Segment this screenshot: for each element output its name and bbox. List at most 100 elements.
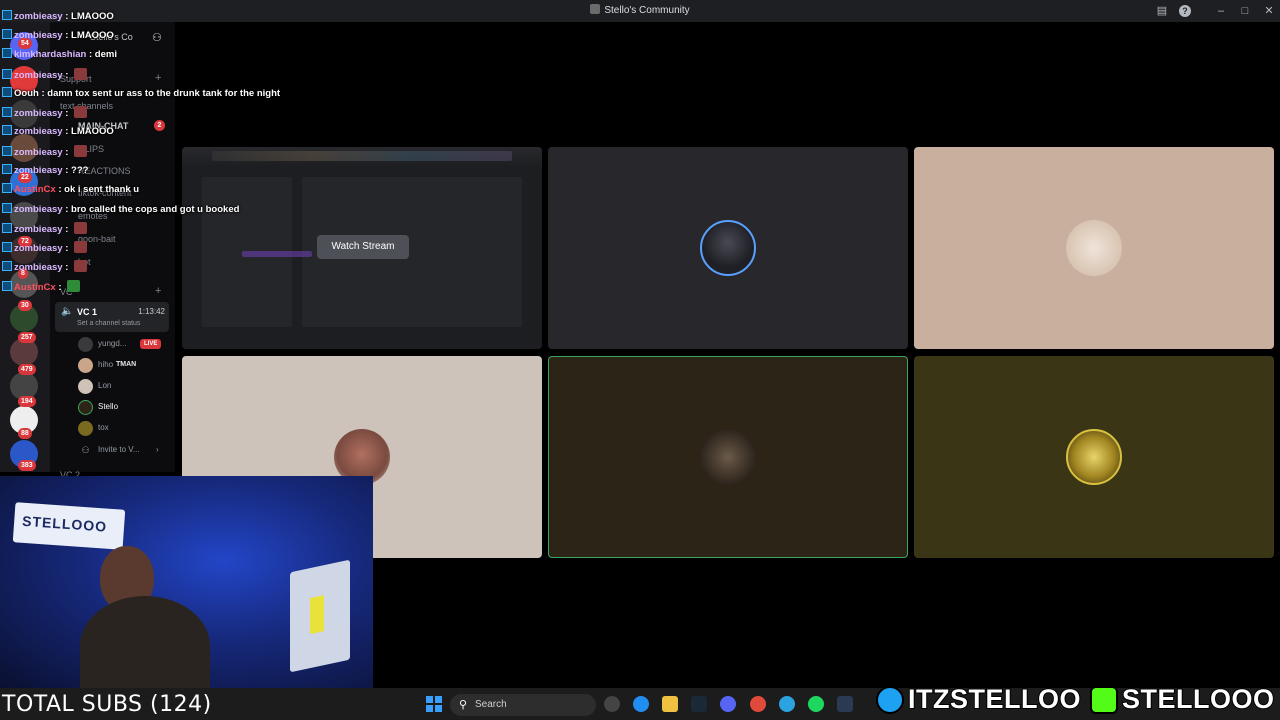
- chat-username: zombieasy: [14, 11, 63, 22]
- chat-text: LMAOOO: [71, 11, 114, 22]
- chat-message: zombieasy :: [2, 68, 88, 84]
- participant-tile-speaking[interactable]: [548, 356, 908, 558]
- chat-username: zombieasy: [14, 70, 63, 81]
- chat-message: AustinCx :: [2, 280, 81, 296]
- add-voice-channel-icon[interactable]: +: [155, 285, 161, 297]
- participant-avatar: [700, 429, 756, 485]
- voice-channel-timer: 1:13:42: [138, 307, 165, 316]
- emote-icon: [74, 68, 88, 80]
- kick-icon: [1090, 686, 1118, 714]
- sub-badge-icon: [2, 10, 12, 20]
- window-title-area: Stello's Community: [0, 4, 1280, 16]
- chat-text: ???: [71, 165, 89, 176]
- watch-stream-button[interactable]: Watch Stream: [317, 235, 409, 259]
- chat-message: AustinCx : ok i sent thank u: [2, 183, 139, 199]
- invite-label: Invite to V...: [98, 445, 140, 454]
- twitter-handle: ITZSTELLOO: [907, 683, 1082, 715]
- sub-badge-icon: [2, 69, 12, 79]
- emote-icon: [67, 280, 81, 292]
- participant-tile[interactable]: [914, 147, 1274, 349]
- chat-message: zombieasy :: [2, 222, 88, 238]
- telegram-icon[interactable]: [779, 696, 795, 712]
- participant-tile[interactable]: [548, 147, 908, 349]
- spotify-icon[interactable]: [808, 696, 824, 712]
- obs-icon[interactable]: [604, 696, 620, 712]
- socials-banner: ITZSTELLOO STELLOOO: [874, 682, 1278, 718]
- total-subs-counter: TOTAL SUBS (124): [2, 692, 212, 717]
- unread-badge: 30: [18, 300, 32, 311]
- add-member-icon[interactable]: ⚇: [152, 31, 162, 44]
- unread-badge: 257: [18, 332, 36, 343]
- sub-badge-icon: [2, 125, 12, 135]
- chat-message: zombieasy :: [2, 106, 88, 122]
- member-name: Lon: [98, 381, 112, 390]
- search-label: Search: [475, 699, 507, 710]
- sub-badge-icon: [2, 146, 12, 156]
- chat-message: zombieasy : LMAOOO: [2, 10, 114, 26]
- stream-tile[interactable]: Watch Stream: [182, 147, 542, 349]
- chat-username: AustinCx: [14, 184, 56, 195]
- avatar: [78, 358, 93, 373]
- webcam-monitor: [290, 559, 350, 673]
- chat-username: zombieasy: [14, 108, 63, 119]
- chevron-right-icon: ›: [156, 445, 159, 454]
- chat-message: zombieasy :: [2, 241, 88, 257]
- participant-tile[interactable]: [914, 356, 1274, 558]
- sub-badge-icon: [2, 281, 12, 291]
- webcam-streamer-body: [80, 596, 210, 688]
- participant-avatar: [1066, 220, 1122, 276]
- minimize-button[interactable]: –: [1214, 4, 1228, 18]
- member-tag: TMAN: [116, 361, 137, 368]
- member-name: Stello: [98, 402, 119, 411]
- edge-icon[interactable]: [633, 696, 649, 712]
- help-icon[interactable]: ?: [1179, 5, 1191, 17]
- webcam-sign: STELLOOO: [12, 502, 126, 550]
- steam-icon[interactable]: [691, 696, 707, 712]
- sub-badge-icon: [2, 107, 12, 117]
- mention-badge: 2: [154, 120, 165, 131]
- live-badge: LIVE: [140, 339, 162, 349]
- search-icon: ⚲: [459, 699, 468, 711]
- inbox-icon[interactable]: ▤: [1155, 4, 1169, 18]
- emote-icon: [74, 145, 88, 157]
- emote-icon: [74, 241, 88, 253]
- speaker-icon: 🔈: [61, 306, 74, 317]
- add-channel-icon[interactable]: +: [155, 72, 161, 84]
- chrome-icon[interactable]: [750, 696, 766, 712]
- chat-text: LMAOOO: [71, 126, 114, 137]
- file-explorer-icon[interactable]: [662, 696, 678, 712]
- emote-icon: [74, 260, 88, 272]
- windows-start-icon[interactable]: [426, 696, 442, 712]
- server-logo-icon: [590, 4, 601, 14]
- chat-message: zombieasy : LMAOOO: [2, 29, 114, 45]
- voice-channel-vc1[interactable]: 🔈 VC 1 1:13:42 Set a channel status: [55, 302, 169, 332]
- participant-avatar: [700, 220, 756, 276]
- voice-channel-name: VC 1: [77, 307, 98, 317]
- chat-message: zombieasy : LMAOOO: [2, 125, 114, 141]
- steam-icon[interactable]: [837, 696, 853, 712]
- avatar: [78, 421, 93, 436]
- avatar: [78, 337, 93, 352]
- chat-username: zombieasy: [14, 165, 63, 176]
- taskbar-search[interactable]: ⚲ Search: [450, 694, 596, 716]
- discord-icon[interactable]: [720, 696, 736, 712]
- unread-badge: 194: [18, 396, 36, 407]
- stream-preview-highlight: [242, 251, 312, 257]
- twitter-icon: [876, 686, 904, 714]
- chat-username: zombieasy: [14, 126, 63, 137]
- kick-handle: STELLOOO: [1121, 683, 1275, 715]
- chat-username: zombieasy: [14, 224, 63, 235]
- chat-username: zombieasy: [14, 243, 63, 254]
- maximize-button[interactable]: □: [1238, 4, 1252, 18]
- sub-badge-icon: [2, 164, 12, 174]
- chat-text: damn tox sent ur ass to the drunk tank f…: [47, 88, 281, 99]
- close-button[interactable]: ✕: [1262, 4, 1276, 18]
- sub-badge-icon: [2, 223, 12, 233]
- chat-message: Oouh : damn tox sent ur ass to the drunk…: [2, 87, 280, 103]
- webcam-sign-text: STELLOOO: [21, 512, 108, 535]
- chat-username: zombieasy: [14, 262, 63, 273]
- chat-username: kimkhardashian: [14, 49, 87, 60]
- channel-status-prompt[interactable]: Set a channel status: [77, 320, 140, 327]
- unread-badge: 88: [18, 428, 32, 439]
- chat-username: AustinCx: [14, 282, 56, 293]
